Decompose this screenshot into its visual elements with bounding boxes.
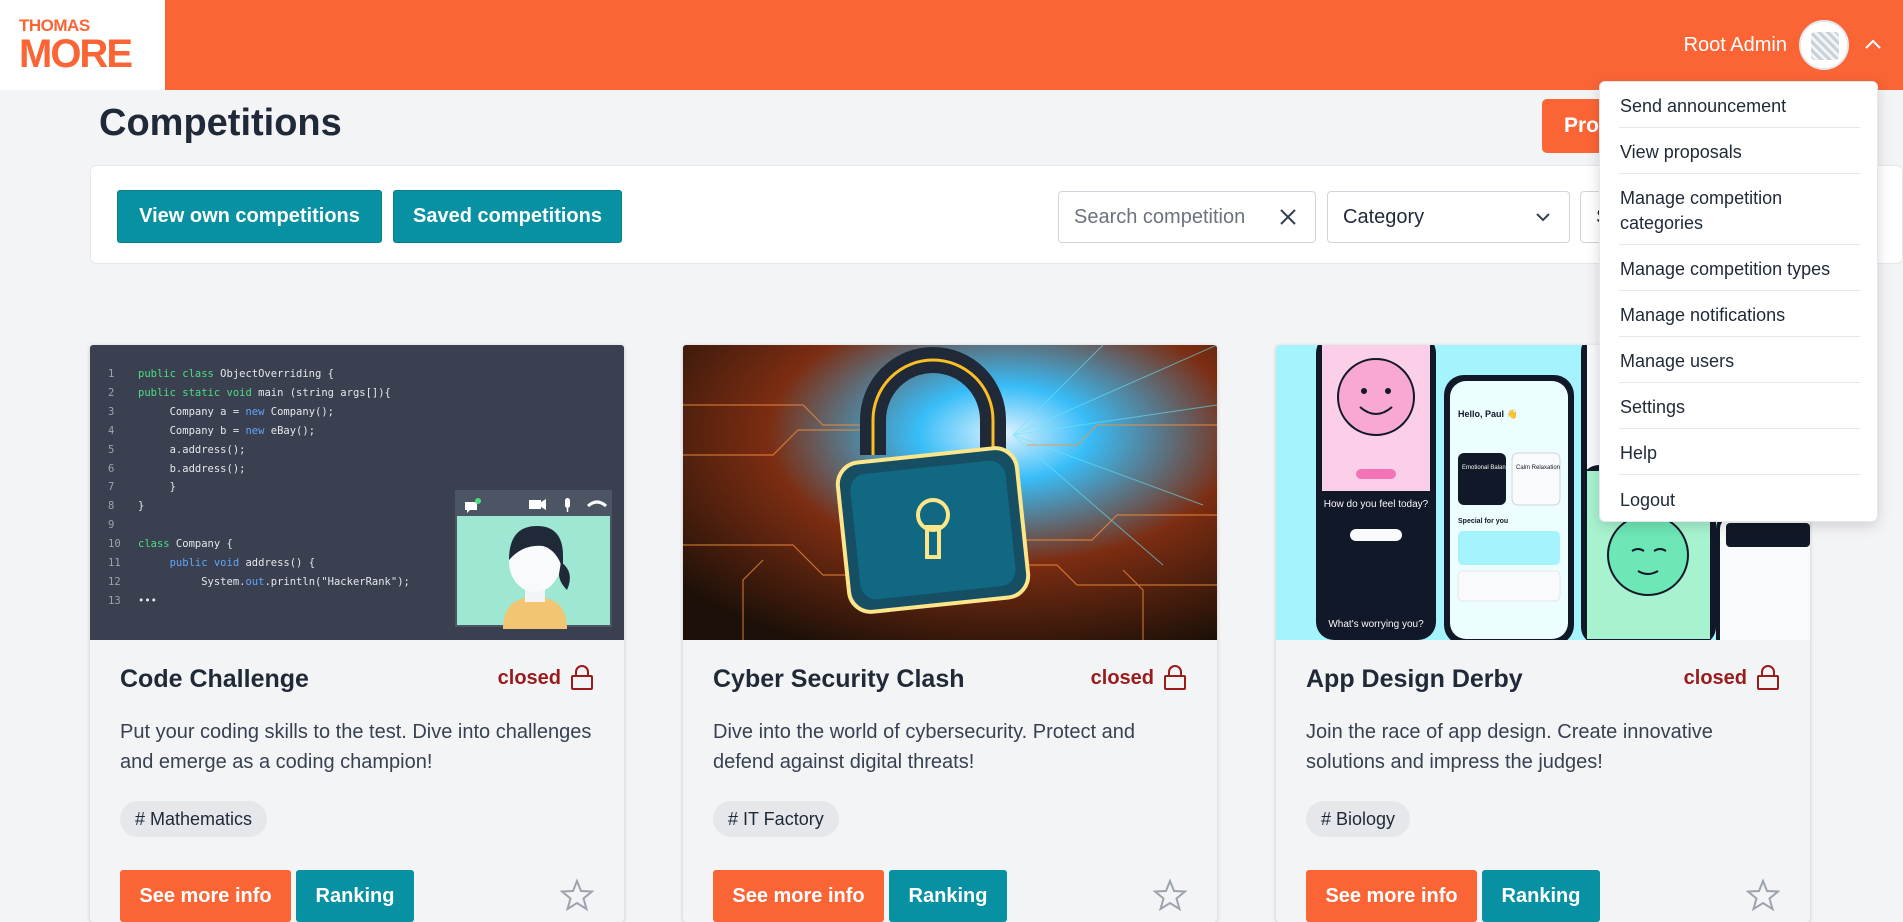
- chevron-down-icon: [1533, 207, 1553, 233]
- user-name: Root Admin: [1683, 33, 1787, 56]
- ranking-button[interactable]: Ranking: [1482, 870, 1600, 922]
- menu-item-send-announcement[interactable]: Send announcement: [1600, 94, 1879, 119]
- competition-card: 1 public class ObjectOverriding { 2 public …: [90, 345, 624, 922]
- app-chip-1: Emotional Balance: [1462, 465, 1513, 471]
- code-line: 11 public void address() {: [108, 557, 316, 570]
- code-snippet: 1 public class ObjectOverriding { 2 public …: [108, 365, 410, 611]
- thomas-more-logo[interactable]: THOMAS MORE: [0, 0, 165, 90]
- view-own-competitions-button[interactable]: View own competitions: [117, 190, 382, 243]
- app-chip-2: Calm Relaxation: [1516, 465, 1560, 471]
- code-line: 9: [108, 519, 115, 532]
- page-title: Competitions: [99, 102, 342, 144]
- lock-icon: [1164, 665, 1186, 690]
- menu-item-help[interactable]: Help: [1600, 441, 1879, 466]
- card-description: Dive into the world of cybersecurity. Pr…: [713, 721, 1136, 773]
- status-badge: closed: [1684, 665, 1780, 691]
- status-text: closed: [497, 666, 561, 689]
- code-line: 1 public class ObjectOverriding {: [108, 368, 334, 380]
- status-text: closed: [1683, 666, 1747, 689]
- menu-item-manage-notifications[interactable]: Manage notifications: [1600, 303, 1879, 328]
- card-title: Code Challenge: [120, 665, 309, 693]
- see-more-info-button[interactable]: See more info: [120, 870, 291, 922]
- category-select-label: Category: [1343, 205, 1425, 228]
- menu-item-view-proposals[interactable]: View proposals: [1600, 140, 1879, 165]
- menu-item-manage-types[interactable]: Manage competition types: [1600, 257, 1879, 282]
- logo-text-bottom: MORE: [19, 31, 133, 76]
- avatar[interactable]: [1799, 20, 1849, 70]
- ranking-button[interactable]: Ranking: [889, 870, 1007, 922]
- logo-text-top: THOMAS: [19, 15, 90, 35]
- lock-icon: [1757, 665, 1779, 690]
- card-title: App Design Derby: [1306, 665, 1523, 693]
- menu-item-logout[interactable]: Logout: [1600, 488, 1879, 513]
- code-line: 12 System.out.println("HackerRank");: [108, 575, 410, 588]
- status-badge: closed: [498, 665, 594, 691]
- code-challenge-image: 1 public class ObjectOverriding { 2 public …: [90, 345, 624, 640]
- status-badge: closed: [1091, 665, 1187, 691]
- menu-item-manage-users[interactable]: Manage users: [1600, 349, 1879, 374]
- saved-competitions-button[interactable]: Saved competitions: [393, 190, 622, 243]
- search-input[interactable]: [1074, 205, 1274, 229]
- star-icon[interactable]: [560, 878, 594, 912]
- star-icon[interactable]: [1153, 878, 1187, 912]
- star-icon[interactable]: [1746, 878, 1780, 912]
- top-header: THOMAS MORE Root Admin: [0, 0, 1903, 90]
- category-select[interactable]: Category: [1327, 191, 1570, 243]
- card-description: Join the race of app design. Create inno…: [1306, 721, 1713, 773]
- see-more-info-button[interactable]: See more info: [713, 870, 884, 922]
- code-line: 13 •••: [108, 594, 157, 607]
- card-description: Put your coding skills to the test. Dive…: [120, 721, 592, 773]
- menu-item-manage-categories[interactable]: Manage competition categories: [1600, 186, 1820, 236]
- search-field: [1058, 191, 1316, 243]
- user-menu-toggle[interactable]: Root Admin: [1684, 18, 1885, 72]
- cyber-security-image: [683, 345, 1217, 640]
- app-question-1: How do you feel today?: [1324, 499, 1429, 510]
- chevron-up-icon[interactable]: [1861, 33, 1885, 57]
- code-line: 5 a.address();: [108, 443, 246, 456]
- menu-item-settings[interactable]: Settings: [1600, 395, 1879, 420]
- card-title: Cyber Security Clash: [713, 665, 965, 693]
- video-call-window: [455, 490, 612, 629]
- code-line: 6 b.address();: [108, 462, 246, 475]
- code-line: 4 Company b = new eBay();: [108, 424, 316, 437]
- app-greeting: Hello, Paul 👋: [1458, 409, 1518, 420]
- competition-card: Cyber Security Clash closed Dive into th…: [683, 345, 1217, 922]
- code-line: 10 class Company {: [108, 538, 233, 551]
- lock-icon: [571, 665, 593, 690]
- code-line: 7 }: [108, 481, 176, 494]
- app-question-2: What's worrying you?: [1328, 619, 1424, 630]
- code-line: 2 public static void main (string args[])…: [108, 386, 391, 399]
- code-line: 8}: [108, 500, 145, 513]
- ranking-button[interactable]: Ranking: [296, 870, 414, 922]
- app-special: Special for you: [1458, 518, 1508, 525]
- category-tag[interactable]: # Biology: [1306, 801, 1411, 837]
- code-line: 3 Company a = new Company();: [108, 405, 334, 418]
- clear-search-icon[interactable]: [1277, 206, 1299, 228]
- user-dropdown-menu: Send announcement View proposals Manage …: [1599, 81, 1878, 522]
- category-tag[interactable]: # Mathematics: [120, 801, 268, 837]
- category-tag[interactable]: # IT Factory: [713, 801, 839, 837]
- status-text: closed: [1090, 666, 1154, 689]
- see-more-info-button[interactable]: See more info: [1306, 870, 1477, 922]
